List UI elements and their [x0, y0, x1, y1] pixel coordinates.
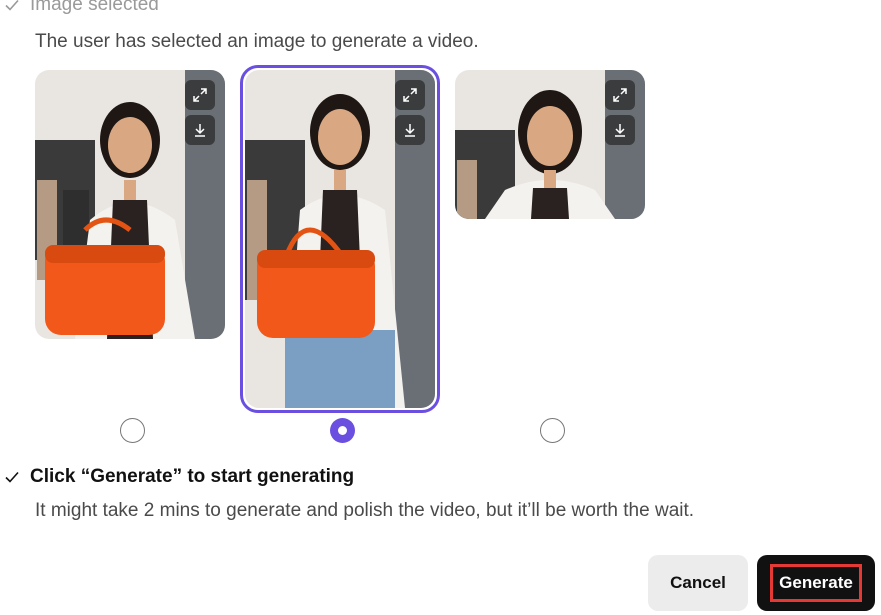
- radio-image-2-selected[interactable]: [330, 418, 355, 443]
- cancel-button[interactable]: Cancel: [648, 555, 748, 611]
- download-icon[interactable]: [185, 115, 215, 145]
- step-image-selected: Image selected: [2, 0, 159, 16]
- generate-button-label: Generate: [779, 573, 853, 592]
- step-description: It might take 2 mins to generate and pol…: [35, 500, 695, 521]
- step-click-generate: Click “Generate” to start generating: [2, 466, 354, 488]
- step-title: Image selected: [30, 0, 159, 15]
- download-icon[interactable]: [395, 115, 425, 145]
- image-option-1[interactable]: [35, 70, 225, 339]
- radio-image-3[interactable]: [540, 418, 565, 443]
- radio-image-1[interactable]: [120, 418, 145, 443]
- step-description: The user has selected an image to genera…: [35, 31, 479, 52]
- check-icon: [2, 467, 22, 487]
- expand-icon[interactable]: [605, 80, 635, 110]
- download-icon[interactable]: [605, 115, 635, 145]
- image-option-3[interactable]: [455, 70, 645, 219]
- expand-icon[interactable]: [395, 80, 425, 110]
- woman-with-bag-image: [35, 70, 225, 339]
- check-icon: [2, 0, 22, 15]
- generate-button[interactable]: Generate: [757, 555, 875, 611]
- image-option-2[interactable]: [245, 70, 435, 408]
- step-title: Click “Generate” to start generating: [30, 466, 355, 487]
- expand-icon[interactable]: [185, 80, 215, 110]
